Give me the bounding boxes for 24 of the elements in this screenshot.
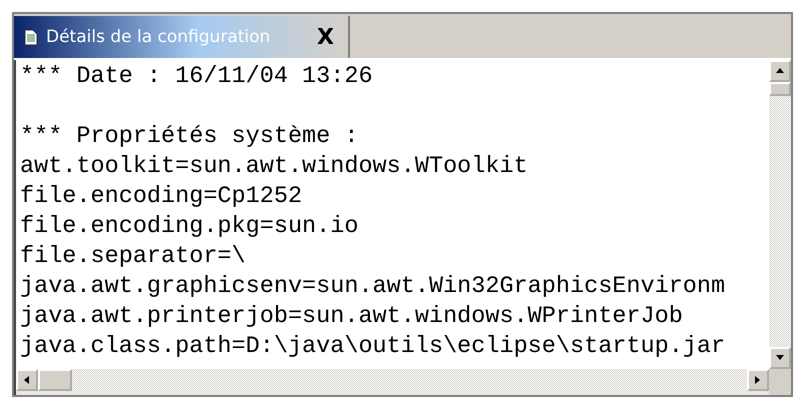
scroll-thumb[interactable] [769,82,791,96]
text-line: *** Date : 16/11/04 13:26 [20,62,374,92]
scroll-up-button[interactable] [769,60,791,82]
text-area[interactable] [14,60,769,369]
editor-tab[interactable]: Détails de la configuration X [14,16,350,58]
scroll-left-button[interactable] [16,369,38,391]
scroll-right-button[interactable] [747,369,769,391]
scroll-down-button[interactable] [769,347,791,369]
text-line: java.class.path=D:\java\outils\eclipse\startup.jar [20,332,726,362]
vertical-scrollbar[interactable] [769,60,791,369]
left-arrow-icon [22,375,32,385]
text-line: file.encoding.pkg=sun.io [20,212,360,242]
tab-title: Détails de la configuration [46,27,270,47]
document-icon [24,28,38,46]
text-line: awt.toolkit=sun.awt.windows.WToolkit [20,152,529,182]
text-line: *** Propriétés système : [20,122,360,152]
text-line: java.awt.graphicsenv=sun.awt.Win32GraphicsEnvironm [20,272,726,302]
text-line: java.awt.printerjob=sun.awt.windows.WPrinterJob [20,302,684,332]
up-arrow-icon [775,66,785,76]
close-button[interactable]: X [313,24,338,50]
scroll-thumb[interactable] [38,369,72,391]
horizontal-scrollbar[interactable] [14,369,769,395]
text-line: file.encoding=Cp1252 [20,182,304,212]
text-line: file.separator=\ [20,242,247,272]
